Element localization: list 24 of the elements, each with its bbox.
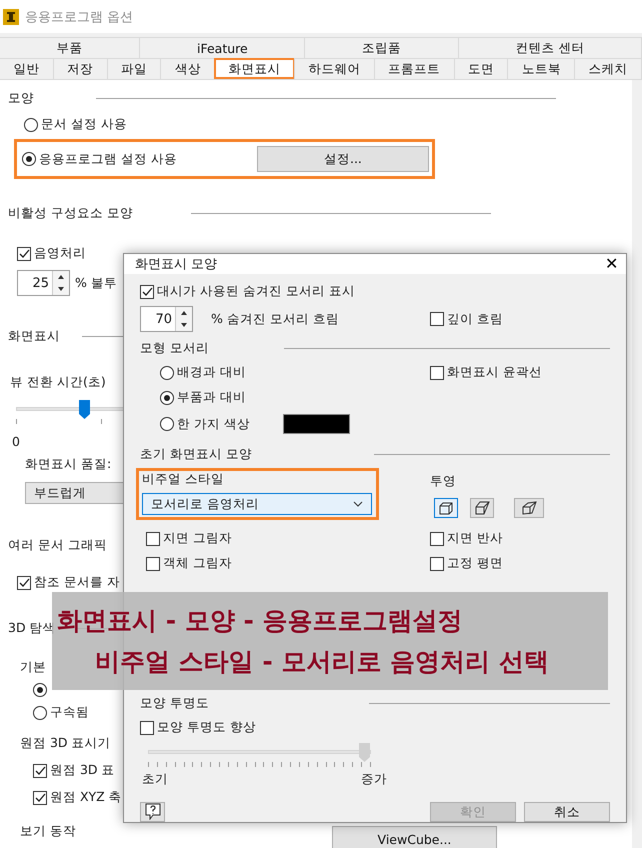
group-label: 기본 — [20, 659, 46, 676]
section-heading: 모양 투명도 — [140, 694, 209, 712]
opacity-label: % 불투 — [75, 274, 117, 292]
group-label: 원점 3D 표시기 — [20, 735, 111, 752]
section-heading: 모형 모서리 — [140, 340, 209, 356]
dim-label: % 숨겨진 모서리 흐림 — [211, 310, 339, 328]
caption-text: 화면표시 - 모양 - 응용프로그램설정 — [57, 605, 464, 637]
field-label: 투영 — [430, 473, 457, 490]
window-title: 응용프로그램 옵션 — [25, 8, 134, 26]
section-heading: 초기 화면표시 모양 — [140, 446, 252, 462]
caption-text: 비주얼 스타일 - 모서리로 음영처리 선택 — [94, 646, 550, 678]
slider-label: 뷰 전환 시간(초) — [10, 374, 106, 391]
field-label: 화면표시 품질: — [25, 456, 112, 473]
section-heading: 여러 문서 그래픽 — [8, 536, 107, 554]
section-heading: 3D 탐색 — [8, 620, 56, 636]
slider-min-label: 초기 — [142, 771, 168, 788]
field-label: 비주얼 스타일 — [142, 471, 224, 486]
slider-max-label: 증가 — [361, 771, 387, 788]
slider-min-label: 0 — [12, 434, 20, 449]
dialog-title: 화면표시 모양 — [135, 256, 218, 273]
group-label: 보기 동작 — [20, 822, 76, 840]
section-heading: 비활성 구성요소 모양 — [8, 204, 133, 222]
section-heading: 모양 — [8, 90, 34, 106]
section-heading: 화면표시 — [8, 328, 60, 344]
